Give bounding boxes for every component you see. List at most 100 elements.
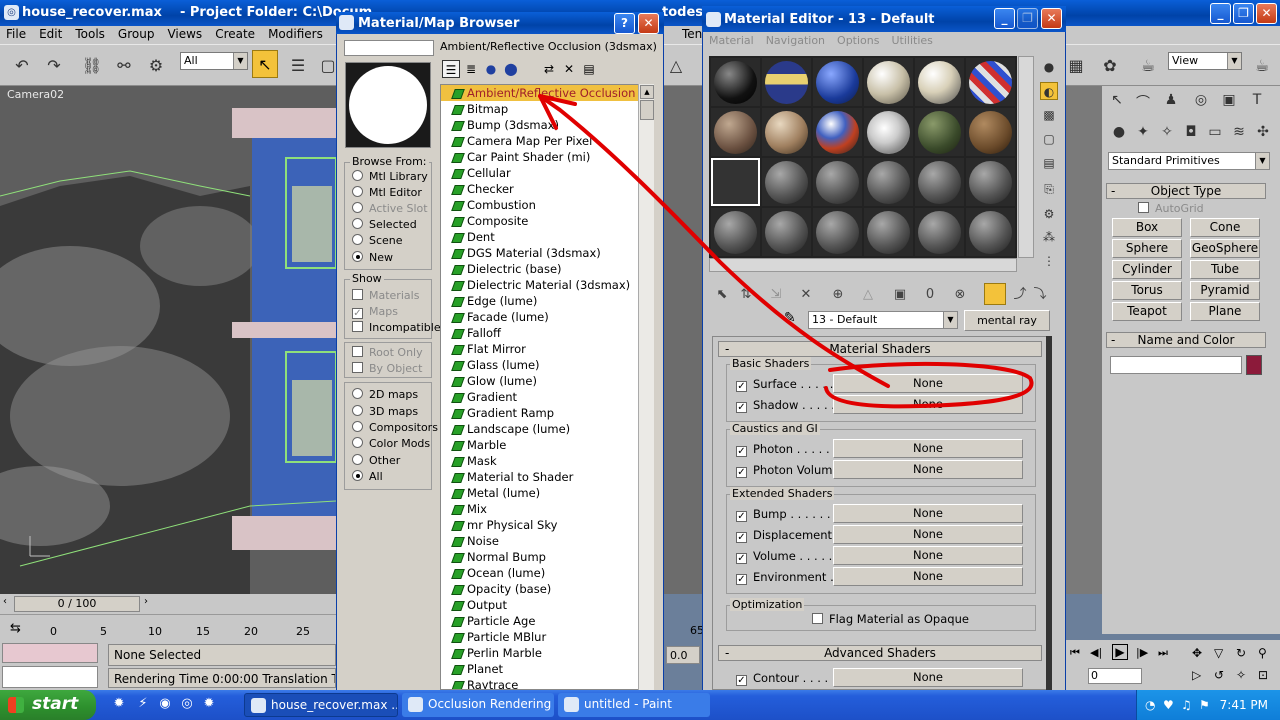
task-paint[interactable]: untitled - Paint <box>558 693 710 717</box>
quicklaunch-icon[interactable]: ✹ <box>110 696 128 714</box>
make-copy-icon[interactable]: ⊕ <box>828 285 848 305</box>
frame-input[interactable]: 0 <box>1088 668 1142 684</box>
pyramid-button[interactable]: Pyramid <box>1190 281 1260 300</box>
pick-material-icon[interactable]: ✎ <box>784 310 802 330</box>
quicklaunch-icon[interactable]: ⚡ <box>134 696 152 714</box>
help-button[interactable]: ? <box>614 13 635 34</box>
menu-modifiers[interactable]: Modifiers <box>262 26 330 41</box>
camera-viewport[interactable] <box>0 86 336 594</box>
torus-button[interactable]: Torus <box>1112 281 1182 300</box>
render-teapot-icon[interactable]: ☕ <box>1136 54 1160 78</box>
browser-search-input[interactable] <box>344 40 434 56</box>
maxscript-listener[interactable] <box>2 643 98 663</box>
select-object-icon[interactable]: ↖ <box>252 50 278 78</box>
start-button[interactable]: start <box>0 690 96 720</box>
sample-slot[interactable] <box>711 58 760 106</box>
list-item[interactable]: Glow (lume) <box>441 373 653 389</box>
show-maps-checkbox[interactable]: ✓ Maps <box>352 305 398 321</box>
all-radio[interactable]: All <box>352 470 383 486</box>
cameras-icon[interactable]: ◘ <box>1180 124 1202 146</box>
options-icon[interactable]: ⚙ <box>1040 205 1058 223</box>
view-list-icons-icon[interactable]: ≣ <box>462 60 480 78</box>
name-color-rollout[interactable]: - Name and Color <box>1106 332 1266 348</box>
menu-create[interactable]: Create <box>209 26 262 41</box>
list-item[interactable]: Cellular <box>441 165 653 181</box>
slots-vertical-scrollbar[interactable] <box>1018 56 1034 258</box>
list-item[interactable]: Dielectric Material (3dsmax) <box>441 277 653 293</box>
menu-file[interactable]: File <box>0 26 33 41</box>
utilities-tab-icon[interactable]: T <box>1246 92 1268 114</box>
task-house-recover[interactable]: house_recover.max ... <box>244 693 398 717</box>
close-button[interactable]: ✕ <box>1256 3 1277 24</box>
undo-icon[interactable]: ↶ <box>10 54 34 78</box>
menu-material[interactable]: Material <box>703 32 760 49</box>
list-item[interactable]: Checker <box>441 181 653 197</box>
backlight-icon[interactable]: ◐ <box>1040 82 1058 100</box>
max-toggle-icon[interactable]: ⊡ <box>1258 668 1268 682</box>
fov-icon[interactable]: ▽ <box>1214 646 1223 660</box>
photon-volume-shader-button[interactable]: None <box>833 460 1023 479</box>
shadow-checkbox[interactable]: ✓ Shadow . . . . . <box>736 396 835 416</box>
editor-close-button[interactable]: ✕ <box>1041 8 1062 29</box>
list-item[interactable]: Particle MBlur <box>441 629 653 645</box>
browse-active-slot-radio[interactable]: Active Slot <box>352 202 428 218</box>
get-material-icon[interactable]: ⬉ <box>712 285 732 305</box>
list-item[interactable]: mr Physical Sky <box>441 517 653 533</box>
advanced-shaders-rollout[interactable]: - Advanced Shaders <box>718 645 1042 661</box>
slots-horizontal-scrollbar[interactable] <box>709 258 1017 272</box>
list-item[interactable]: Material to Shader <box>441 469 653 485</box>
list-item[interactable]: Landscape (lume) <box>441 421 653 437</box>
list-item[interactable]: Falloff <box>441 325 653 341</box>
sample-slot[interactable] <box>864 108 913 156</box>
cone-button[interactable]: Cone <box>1190 218 1260 237</box>
redo-icon[interactable]: ↷ <box>42 54 66 78</box>
browse-scene-radio[interactable]: Scene <box>352 234 403 250</box>
list-item-ambient-occlusion[interactable]: Ambient/Reflective Occlusion (3dsmax) <box>441 85 653 101</box>
spacewarps-icon[interactable]: ≋ <box>1228 124 1250 146</box>
displacement-shader-button[interactable]: None <box>833 525 1023 544</box>
systems-icon[interactable]: ✣ <box>1252 124 1274 146</box>
unlink-icon[interactable]: ⚯ <box>112 54 136 78</box>
plane-button[interactable]: Plane <box>1190 302 1260 321</box>
assign-to-selection-icon[interactable]: ⇲ <box>766 285 786 305</box>
link-icon[interactable]: ⛓ <box>80 54 104 78</box>
menu-group[interactable]: Group <box>112 26 162 41</box>
reset-map-icon[interactable]: ✕ <box>796 285 816 305</box>
display-tab-icon[interactable]: ▣ <box>1218 92 1240 114</box>
maxscript-input[interactable] <box>2 666 98 688</box>
map-browser-close-button[interactable]: ✕ <box>638 13 659 34</box>
photon-volume-checkbox[interactable]: ✓ Photon Volume . <box>736 461 847 481</box>
cylinder-button[interactable]: Cylinder <box>1112 260 1182 279</box>
modify-tab-icon[interactable]: ⌒ <box>1132 92 1154 114</box>
sample-slot[interactable] <box>966 108 1015 156</box>
make-preview-icon[interactable]: ⎘ <box>1040 180 1058 198</box>
browse-selected-radio[interactable]: Selected <box>352 218 417 234</box>
list-item[interactable]: Raytrace <box>441 677 653 689</box>
view-small-icons-icon[interactable]: ● <box>482 60 500 78</box>
box-button[interactable]: Box <box>1112 218 1182 237</box>
tray-icon[interactable]: ♥ <box>1163 698 1174 712</box>
coord-field[interactable]: 0.0 <box>666 646 700 664</box>
list-item[interactable]: Dent <box>441 229 653 245</box>
sample-slot[interactable] <box>762 208 811 256</box>
sample-slot[interactable] <box>813 158 862 206</box>
go-to-parent-icon[interactable]: ⤴ <box>1010 285 1030 305</box>
prev-key-icon[interactable]: ◀| <box>1090 646 1102 659</box>
menu-views[interactable]: Views <box>161 26 209 41</box>
sample-slot[interactable] <box>966 158 1015 206</box>
select-by-material-icon[interactable]: ⁂ <box>1040 228 1058 246</box>
scroll-up-icon[interactable]: ▲ <box>640 85 654 99</box>
by-object-checkbox[interactable]: By Object <box>352 362 422 378</box>
list-item[interactable]: Flat Mirror <box>441 341 653 357</box>
menu-utilities[interactable]: Utilities <box>885 32 938 49</box>
tube-button[interactable]: Tube <box>1190 260 1260 279</box>
3d-maps-radio[interactable]: 3D maps <box>352 405 418 421</box>
surface-checkbox[interactable]: ✓ Surface . . . . . <box>736 375 833 395</box>
primitive-category-dropdown[interactable]: Standard Primitives ▼ <box>1108 152 1270 170</box>
render-setup-icon[interactable]: ✿ <box>1098 54 1122 78</box>
orbit-icon[interactable]: ↻ <box>1236 646 1246 660</box>
dolly-icon[interactable]: ▷ <box>1192 668 1201 682</box>
sample-slot[interactable] <box>915 108 964 156</box>
2d-maps-radio[interactable]: 2D maps <box>352 388 418 404</box>
list-item[interactable]: Gradient Ramp <box>441 405 653 421</box>
